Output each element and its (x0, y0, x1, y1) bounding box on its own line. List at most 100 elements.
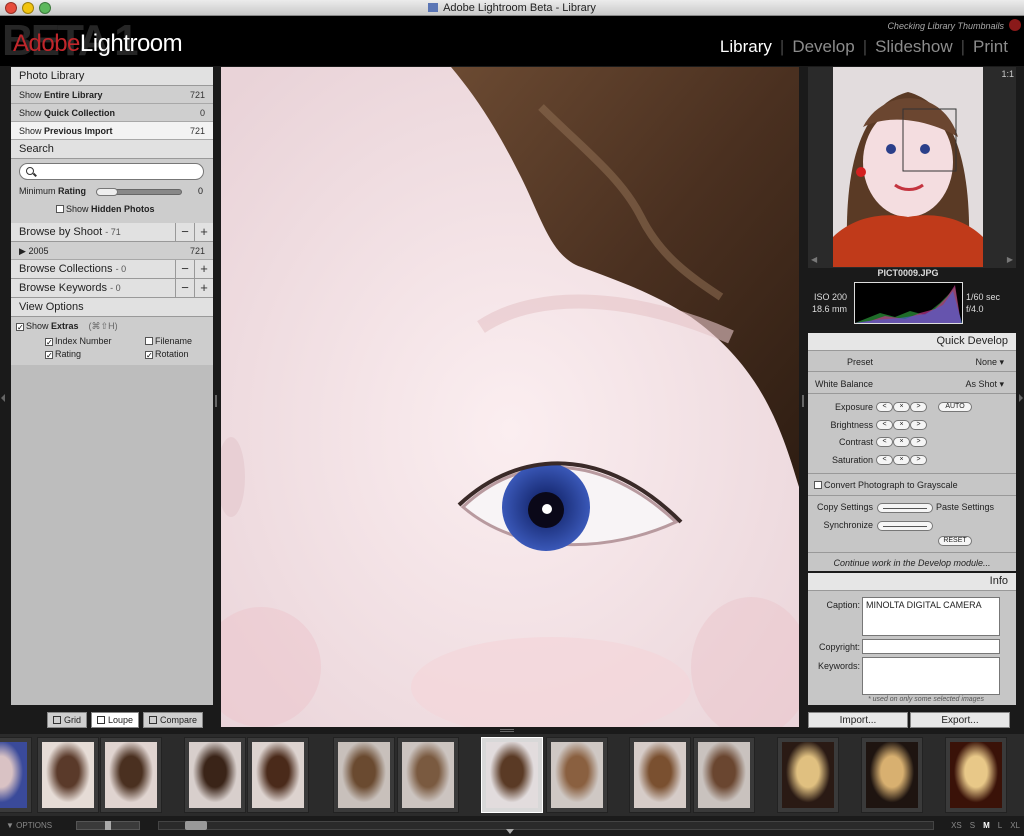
filmstrip-thumbnail[interactable] (945, 737, 1007, 813)
remove-keyword-button[interactable]: − (175, 279, 194, 298)
add-keyword-button[interactable]: + (194, 279, 213, 298)
show-previous-import[interactable]: Show Previous Import 721 (11, 122, 213, 140)
filmstrip-thumbnail[interactable] (0, 737, 32, 813)
brightness-increase-button[interactable]: > (910, 420, 927, 430)
filmstrip-thumbnail[interactable] (184, 737, 246, 813)
filmstrip-collapse-icon[interactable] (506, 829, 514, 834)
size-s[interactable]: S (970, 821, 975, 830)
copy-paste-toggle[interactable] (877, 503, 933, 513)
exposure-decrease-button[interactable]: < (876, 402, 893, 412)
zoom-window-button[interactable] (39, 2, 51, 14)
module-print[interactable]: Print (973, 37, 1008, 57)
filmstrip-scrollbar[interactable] (158, 821, 934, 830)
loupe-view-button[interactable]: Loupe (91, 712, 140, 728)
right-splitter[interactable] (802, 395, 804, 407)
filmstrip[interactable] (0, 734, 1024, 816)
saturation-decrease-button[interactable]: < (876, 455, 893, 465)
shoot-year-row[interactable]: ▶ 2005 721 (11, 242, 213, 260)
size-xs[interactable]: XS (951, 821, 962, 830)
paste-settings-label[interactable]: Paste Settings (936, 502, 994, 512)
export-button[interactable]: Export... (910, 712, 1010, 728)
size-m[interactable]: M (983, 821, 990, 830)
photo-library-header[interactable]: Photo Library (11, 67, 213, 86)
info-header[interactable]: Info (808, 573, 1016, 591)
contrast-increase-button[interactable]: > (910, 437, 927, 447)
caption-field[interactable]: MINOLTA DIGITAL CAMERA (862, 597, 1000, 636)
options-toggle[interactable]: ▼ OPTIONS (6, 821, 52, 830)
show-hidden-photos-checkbox[interactable]: Show Hidden Photos (56, 204, 155, 214)
show-entire-library[interactable]: Show Entire Library 721 (11, 86, 213, 104)
remove-collection-button[interactable]: − (175, 260, 194, 279)
filmstrip-thumbnail-selected[interactable] (481, 737, 543, 813)
filmstrip-thumbnail[interactable] (247, 737, 309, 813)
keywords-field[interactable] (862, 657, 1000, 695)
copyright-field[interactable] (862, 639, 1000, 654)
saturation-reset-button[interactable]: × (893, 455, 910, 465)
search-header[interactable]: Search (11, 140, 213, 159)
filmstrip-thumbnail[interactable] (629, 737, 691, 813)
module-develop[interactable]: Develop (792, 37, 854, 57)
filmstrip-thumbnail[interactable] (861, 737, 923, 813)
synchronize-toggle[interactable] (877, 521, 933, 531)
quick-develop-header[interactable]: Quick Develop (808, 333, 1016, 351)
contrast-reset-button[interactable]: × (893, 437, 910, 447)
browse-collections-header[interactable]: Browse Collections - 0 − + (11, 260, 213, 279)
size-l[interactable]: L (998, 821, 1002, 830)
reset-button[interactable]: RESET (938, 536, 972, 546)
next-arrow-icon[interactable]: ▶ (1007, 255, 1013, 264)
filmstrip-thumbnail[interactable] (37, 737, 99, 813)
grayscale-checkbox[interactable]: Convert Photograph to Grayscale (814, 480, 1022, 490)
zoom-ratio[interactable]: 1:1 (1001, 69, 1014, 79)
filmstrip-thumbnail[interactable] (100, 737, 162, 813)
saturation-increase-button[interactable]: > (910, 455, 927, 465)
filmstrip-thumbnail[interactable] (546, 737, 608, 813)
filmstrip-scroll-thumb[interactable] (185, 821, 207, 830)
compare-view-button[interactable]: Compare (143, 712, 204, 728)
add-collection-button[interactable]: + (194, 260, 213, 279)
auto-exposure-button[interactable]: AUTO (938, 402, 972, 412)
navigator-panel[interactable]: 1:1 ◀ ▶ (808, 67, 1016, 268)
brightness-reset-button[interactable]: × (893, 420, 910, 430)
browse-keywords-header[interactable]: Browse Keywords - 0 − + (11, 279, 213, 298)
contrast-decrease-button[interactable]: < (876, 437, 893, 447)
remove-shoot-button[interactable]: − (175, 223, 194, 242)
disclosure-triangle-icon[interactable]: ▶ (19, 246, 26, 256)
size-xl[interactable]: XL (1010, 821, 1020, 830)
loupe-photo-viewer[interactable] (221, 67, 799, 727)
grid-view-button[interactable]: Grid (47, 712, 88, 728)
import-button[interactable]: Import... (808, 712, 908, 728)
search-input[interactable] (19, 163, 204, 180)
rating-slider-knob[interactable] (96, 188, 118, 196)
filmstrip-resize-handle[interactable] (500, 729, 514, 732)
show-extras-checkbox[interactable]: ✓ Show Extras (⌘⇧H) (16, 321, 118, 332)
white-balance-dropdown[interactable]: As Shot ▾ (965, 379, 1004, 390)
rating-slider[interactable] (96, 188, 182, 196)
filename-checkbox[interactable]: Filename (145, 336, 192, 346)
thumbnail-size-slider[interactable] (76, 821, 140, 830)
filmstrip-thumbnail[interactable] (333, 737, 395, 813)
module-library[interactable]: Library (720, 37, 772, 57)
left-splitter[interactable] (215, 395, 217, 407)
close-window-button[interactable] (5, 2, 17, 14)
browse-by-shoot-header[interactable]: Browse by Shoot - 71 − + (11, 223, 213, 242)
exposure-reset-button[interactable]: × (893, 402, 910, 412)
rotation-checkbox[interactable]: ✓ Rotation (145, 349, 189, 360)
minimize-window-button[interactable] (22, 2, 34, 14)
filmstrip-thumbnail[interactable] (693, 737, 755, 813)
module-slideshow[interactable]: Slideshow (875, 37, 953, 57)
add-shoot-button[interactable]: + (194, 223, 213, 242)
filmstrip-thumbnail[interactable] (397, 737, 459, 813)
navigator-thumbnail[interactable] (833, 67, 983, 267)
index-number-checkbox[interactable]: ✓ Index Number (45, 336, 112, 347)
continue-develop-link[interactable]: Continue work in the Develop module... (808, 558, 1016, 568)
show-quick-collection[interactable]: Show Quick Collection 0 (11, 104, 213, 122)
rating-checkbox[interactable]: ✓ Rating (45, 349, 81, 360)
left-panel-toggle-icon[interactable] (1, 394, 5, 402)
brightness-decrease-button[interactable]: < (876, 420, 893, 430)
exposure-increase-button[interactable]: > (910, 402, 927, 412)
filmstrip-thumbnail[interactable] (777, 737, 839, 813)
prev-arrow-icon[interactable]: ◀ (811, 255, 817, 264)
thumbnail-size-knob[interactable] (105, 821, 111, 830)
right-panel-toggle-icon[interactable] (1019, 394, 1023, 402)
view-options-header[interactable]: View Options (11, 298, 213, 317)
